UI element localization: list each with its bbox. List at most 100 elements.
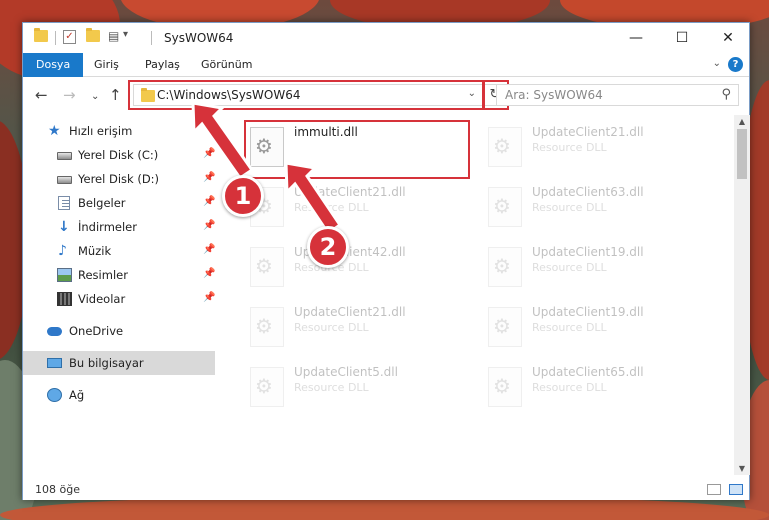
tab-view[interactable]: Görünüm <box>201 53 252 77</box>
file-name: UpdateClient21.dll <box>294 305 406 319</box>
scroll-up-icon[interactable]: ▲ <box>734 117 750 126</box>
file-item[interactable]: UpdateClient63.dll Resource DLL <box>480 179 710 235</box>
videos-icon <box>57 292 72 306</box>
sidebar-item-onedrive[interactable]: OneDrive <box>23 319 215 343</box>
sidebar-item-local-disk-d[interactable]: Yerel Disk (D:) 📌 <box>23 167 215 191</box>
title-bar: ✓ ▤ ▾ SysWOW64 — ☐ ✕ <box>23 23 749 53</box>
sidebar-item-label: Yerel Disk (D:) <box>78 172 160 186</box>
file-type: Resource DLL <box>294 321 369 334</box>
sidebar-item-videos[interactable]: Videolar 📌 <box>23 287 215 311</box>
tab-file[interactable]: Dosya <box>23 53 84 77</box>
file-name: UpdateClient19.dll <box>532 245 644 259</box>
sidebar-item-music[interactable]: ♪ Müzik 📌 <box>23 239 215 263</box>
file-name: UpdateClient21.dll <box>532 125 644 139</box>
file-item[interactable]: UpdateClient65.dll Resource DLL <box>480 359 710 415</box>
item-count: 108 öğe <box>35 483 80 496</box>
dll-file-icon <box>250 367 284 407</box>
collapse-ribbon-icon[interactable]: ⌄ <box>713 58 721 69</box>
drive-icon <box>57 176 72 184</box>
dll-file-icon <box>488 187 522 227</box>
file-item[interactable]: UpdateClient21.dll Resource DLL <box>242 299 472 355</box>
back-button[interactable]: ← <box>35 87 48 103</box>
pin-icon[interactable]: 📌 <box>203 268 215 279</box>
sidebar-item-pictures[interactable]: Resimler 📌 <box>23 263 215 287</box>
file-highlight-box <box>244 120 470 179</box>
file-item[interactable]: UpdateClient5.dll Resource DLL <box>242 359 472 415</box>
dll-file-icon <box>488 367 522 407</box>
navigation-pane: ★ Hızlı erişim Yerel Disk (C:) 📌 Yerel D… <box>23 115 218 475</box>
minimize-button[interactable]: — <box>613 23 659 53</box>
status-bar: 108 öğe <box>23 478 749 500</box>
sidebar-item-quick-access[interactable]: ★ Hızlı erişim <box>23 119 215 143</box>
file-item[interactable]: UpdateClient19.dll Resource DLL <box>480 239 710 295</box>
sidebar-item-this-pc[interactable]: Bu bilgisayar <box>23 351 215 375</box>
search-placeholder: Ara: SysWOW64 <box>505 88 603 102</box>
sidebar-item-label: Hızlı erişim <box>69 124 133 138</box>
pin-icon[interactable]: 📌 <box>203 148 215 159</box>
qat-dropdown-icon[interactable]: ▾ <box>123 29 128 40</box>
file-name: UpdateClient5.dll <box>294 365 398 379</box>
sidebar-item-label: Resimler <box>78 268 128 282</box>
sidebar-item-label: Videolar <box>78 292 126 306</box>
sidebar-item-label: İndirmeler <box>78 220 137 234</box>
file-type: Resource DLL <box>532 381 607 394</box>
help-button[interactable]: ? <box>728 57 743 72</box>
dll-file-icon <box>250 247 284 287</box>
file-name: UpdateClient63.dll <box>532 185 644 199</box>
properties-icon[interactable]: ✓ <box>63 30 76 44</box>
drive-icon <box>57 152 72 160</box>
file-type: Resource DLL <box>532 141 607 154</box>
sidebar-item-label: OneDrive <box>69 324 124 338</box>
sidebar-item-label: Belgeler <box>78 196 126 210</box>
pin-icon[interactable]: 📌 <box>203 220 215 231</box>
file-type: Resource DLL <box>294 201 369 214</box>
window-title: SysWOW64 <box>164 31 234 45</box>
pin-icon[interactable]: 📌 <box>203 196 215 207</box>
file-item[interactable]: UpdateClient42.dll Resource DLL <box>242 239 472 295</box>
dll-file-icon <box>488 307 522 347</box>
sidebar-item-documents[interactable]: Belgeler 📌 <box>23 191 215 215</box>
dll-file-icon <box>488 247 522 287</box>
downloads-icon: ↓ <box>58 219 70 235</box>
file-type: Resource DLL <box>532 321 607 334</box>
sidebar-item-downloads[interactable]: ↓ İndirmeler 📌 <box>23 215 215 239</box>
folder-icon <box>34 28 48 42</box>
onedrive-icon <box>47 327 62 336</box>
ribbon-tabs: Dosya Giriş Paylaş Görünüm ⌄ ? <box>23 53 749 77</box>
sidebar-item-network[interactable]: Ağ <box>23 383 215 407</box>
file-name: UpdateClient19.dll <box>532 305 644 319</box>
search-icon[interactable]: ⚲ <box>721 87 731 102</box>
network-icon <box>47 388 62 402</box>
vertical-scrollbar[interactable]: ▲ ▼ <box>734 115 750 475</box>
pictures-icon <box>57 268 72 282</box>
up-button[interactable]: ↑ <box>109 87 122 103</box>
sidebar-item-local-disk-c[interactable]: Yerel Disk (C:) 📌 <box>23 143 215 167</box>
new-folder-icon[interactable] <box>86 28 100 42</box>
view-options-icon[interactable]: ▤ <box>108 29 119 43</box>
pin-icon[interactable]: 📌 <box>203 244 215 255</box>
scroll-thumb[interactable] <box>737 129 747 179</box>
navigation-bar: ← → ⌄ ↑ C:\Windows\SysWOW64 ⌄ ↻ Ara: Sys… <box>23 78 749 114</box>
maximize-button[interactable]: ☐ <box>659 23 705 53</box>
search-input[interactable]: Ara: SysWOW64 ⚲ <box>496 84 739 106</box>
tab-share[interactable]: Paylaş <box>145 53 180 77</box>
file-name: UpdateClient21.dll <box>294 185 406 199</box>
star-icon: ★ <box>48 123 61 139</box>
sidebar-item-label: Müzik <box>78 244 112 258</box>
file-item[interactable]: UpdateClient19.dll Resource DLL <box>480 299 710 355</box>
file-type: Resource DLL <box>294 381 369 394</box>
file-item[interactable]: UpdateClient21.dll Resource DLL <box>480 119 710 175</box>
pin-icon[interactable]: 📌 <box>203 292 215 303</box>
recent-locations-button[interactable]: ⌄ <box>91 89 99 105</box>
close-button[interactable]: ✕ <box>705 23 751 53</box>
details-view-icon[interactable] <box>707 484 721 495</box>
sidebar-item-label: Yerel Disk (C:) <box>78 148 159 162</box>
forward-button[interactable]: → <box>63 87 76 103</box>
file-item[interactable]: UpdateClient21.dll Resource DLL <box>242 179 472 235</box>
tab-home[interactable]: Giriş <box>94 53 119 77</box>
pin-icon[interactable]: 📌 <box>203 172 215 183</box>
scroll-down-icon[interactable]: ▼ <box>734 464 750 473</box>
dll-file-icon <box>488 127 522 167</box>
large-icons-view-icon[interactable] <box>729 484 743 495</box>
file-type: Resource DLL <box>532 201 607 214</box>
